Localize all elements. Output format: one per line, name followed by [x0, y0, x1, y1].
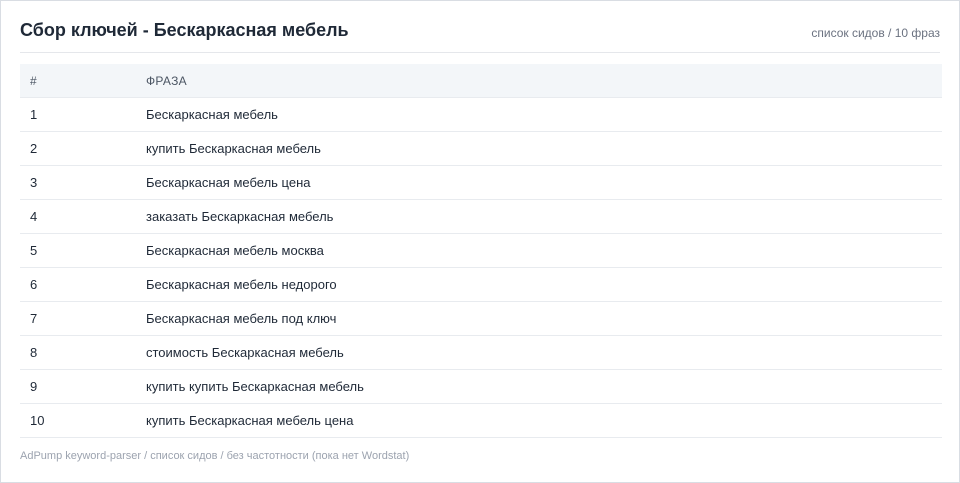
row-number: 2 [20, 131, 146, 166]
column-header-phrase: ФРАЗА [146, 64, 942, 98]
panel-header: Сбор ключей - Бескаркасная мебель список… [20, 1, 940, 53]
row-number: 4 [20, 199, 146, 234]
row-number: 7 [20, 301, 146, 336]
row-number: 9 [20, 369, 146, 404]
row-number: 5 [20, 233, 146, 268]
table-row: 1 Бескаркасная мебель [20, 97, 942, 132]
page-title: Сбор ключей - Бескаркасная мебель [20, 20, 349, 40]
table-header-row: # ФРАЗА [20, 64, 942, 98]
row-phrase: Бескаркасная мебель под ключ [146, 301, 942, 336]
table-row: 10 купить Бескаркасная мебель цена [20, 403, 942, 438]
row-phrase: Бескаркасная мебель москва [146, 233, 942, 268]
row-phrase: Бескаркасная мебель [146, 97, 942, 132]
row-phrase: стоимость Бескаркасная мебель [146, 335, 942, 370]
footer-note: AdPump keyword-parser / список сидов / б… [20, 450, 410, 462]
table-row: 5 Бескаркасная мебель москва [20, 233, 942, 268]
row-number: 3 [20, 165, 146, 200]
keyword-panel: Сбор ключей - Бескаркасная мебель список… [0, 0, 960, 483]
table-row: 4 заказать Бескаркасная мебель [20, 199, 942, 234]
row-phrase: заказать Бескаркасная мебель [146, 199, 942, 234]
row-phrase: купить Бескаркасная мебель цена [146, 403, 942, 438]
list-summary: список сидов / 10 фраз [811, 26, 940, 40]
table-row: 7 Бескаркасная мебель под ключ [20, 301, 942, 336]
table-row: 8 стоимость Бескаркасная мебель [20, 335, 942, 370]
table-row: 3 Бескаркасная мебель цена [20, 165, 942, 200]
column-header-number: # [20, 64, 146, 98]
row-number: 8 [20, 335, 146, 370]
table-row: 2 купить Бескаркасная мебель [20, 131, 942, 166]
row-number: 1 [20, 97, 146, 132]
row-number: 10 [20, 403, 146, 438]
keyword-table: # ФРАЗА 1 Бескаркасная мебель 2 купить Б… [20, 64, 942, 438]
row-phrase: купить купить Бескаркасная мебель [146, 369, 942, 404]
row-phrase: купить Бескаркасная мебель [146, 131, 942, 166]
table-row: 9 купить купить Бескаркасная мебель [20, 369, 942, 404]
row-phrase: Бескаркасная мебель цена [146, 165, 942, 200]
row-phrase: Бескаркасная мебель недорого [146, 267, 942, 302]
row-number: 6 [20, 267, 146, 302]
table-row: 6 Бескаркасная мебель недорого [20, 267, 942, 302]
